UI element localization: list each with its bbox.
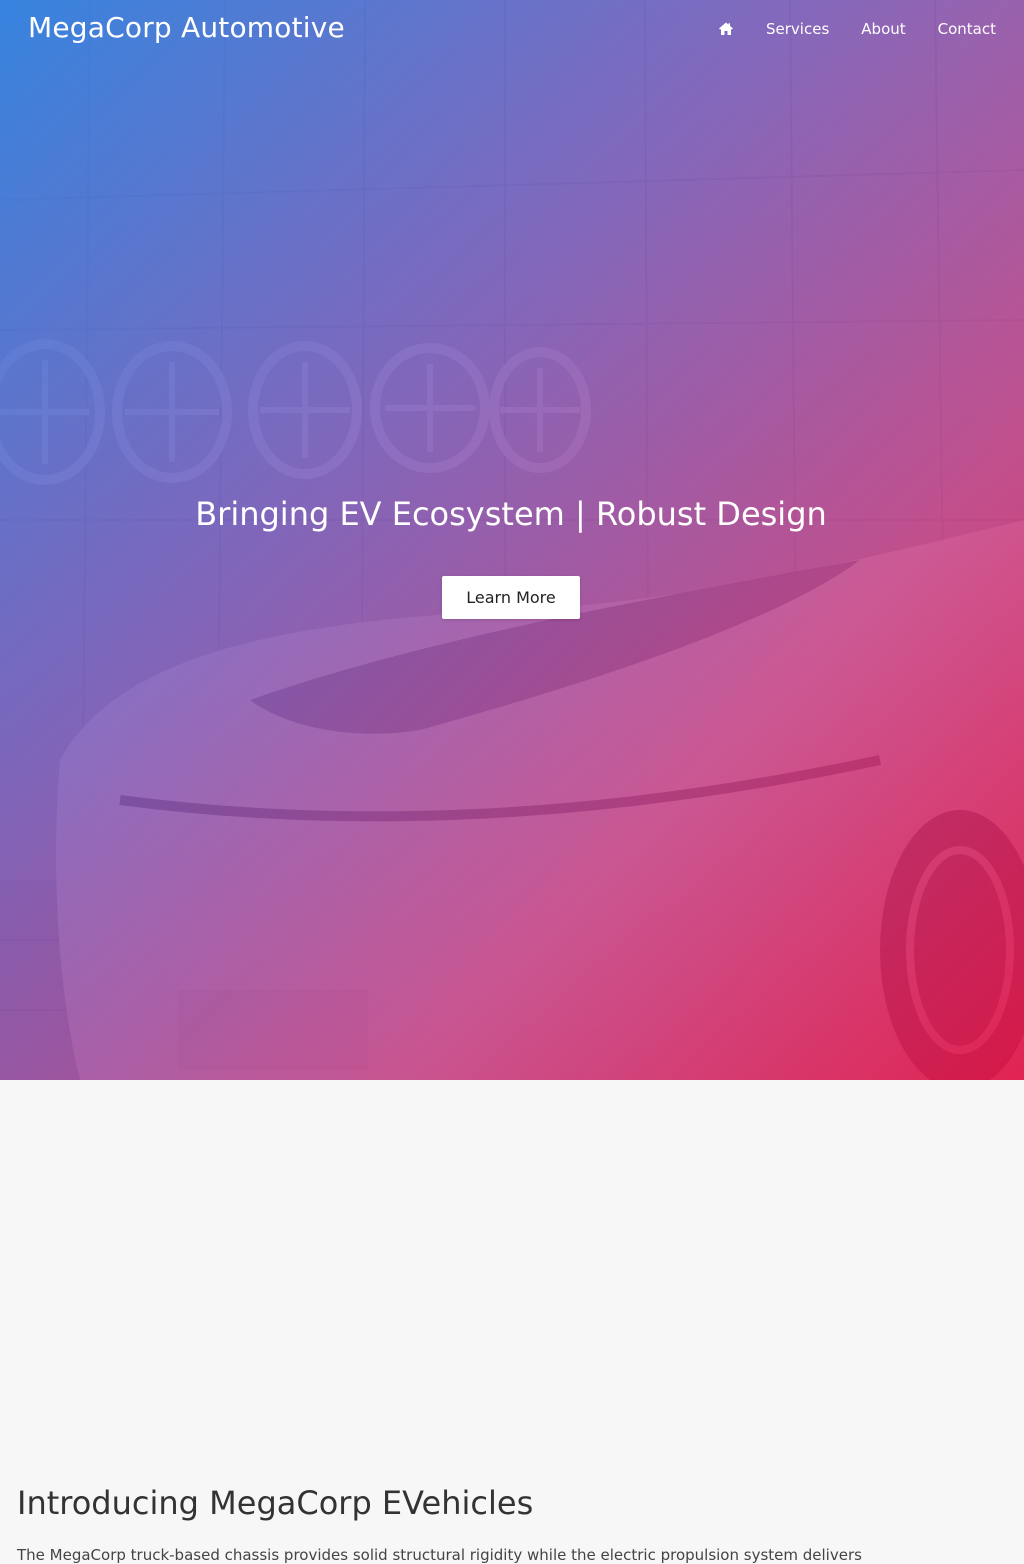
hero-section: MegaCorp Automotive Services About Conta… [0, 0, 1024, 1080]
nav-link-contact[interactable]: Contact [938, 20, 996, 38]
hero-heading: Bringing EV Ecosystem | Robust Design [195, 495, 827, 533]
nav-link-about[interactable]: About [861, 20, 905, 38]
nav-links: Services About Contact [718, 20, 996, 38]
home-icon[interactable] [718, 21, 734, 37]
intro-paragraph: The MegaCorp truck-based chassis provide… [17, 1546, 862, 1564]
intro-heading: Introducing MegaCorp EVehicles [17, 1484, 534, 1522]
hero-gradient-overlay [0, 0, 1024, 1080]
nav-link-services[interactable]: Services [766, 20, 829, 38]
brand-logo-text[interactable]: MegaCorp Automotive [28, 11, 345, 44]
top-navbar: MegaCorp Automotive Services About Conta… [0, 0, 1024, 60]
learn-more-button[interactable]: Learn More [442, 576, 580, 619]
